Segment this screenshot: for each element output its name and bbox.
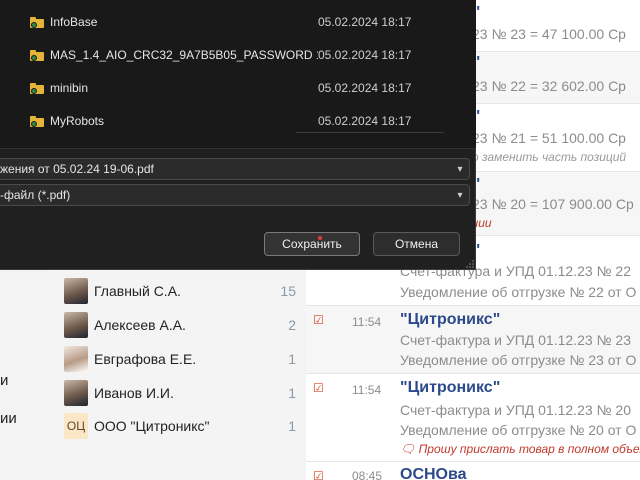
avatar bbox=[64, 278, 88, 304]
message-line: 23 № 21 = 51 100.00 Ср bbox=[472, 130, 626, 146]
folder-icon bbox=[30, 16, 44, 28]
file-list: InfoBase 05.02.2024 18:17 MAS_1.4_AIO_CR… bbox=[0, 0, 476, 148]
unread-count: 1 bbox=[288, 418, 296, 434]
contact-item[interactable]: ОЦ ООО "Цитроникс" 1 bbox=[64, 413, 296, 439]
file-list-row[interactable]: InfoBase 05.02.2024 18:17 bbox=[30, 7, 450, 37]
file-date: 05.02.2024 18:17 bbox=[318, 15, 412, 29]
nav-item-label[interactable]: и bbox=[0, 372, 8, 389]
message-title[interactable]: "Цитроникс" bbox=[400, 379, 500, 397]
contact-name: Алексеев А.А. bbox=[94, 317, 186, 333]
message-time: 11:54 bbox=[352, 315, 382, 329]
avatar bbox=[64, 380, 88, 406]
save-button[interactable]: Сохранить bbox=[264, 232, 360, 256]
message-title[interactable]: ОСНОва bbox=[400, 466, 467, 480]
contact-item[interactable]: Алексеев А.А. 2 bbox=[64, 312, 296, 338]
nav-item-label[interactable]: ии bbox=[0, 410, 17, 427]
message-time: 08:45 bbox=[352, 469, 383, 480]
comment-icon: 🗨 bbox=[400, 442, 419, 456]
message-line: 23 № 20 = 107 900.00 Ср bbox=[472, 196, 634, 212]
message-line: 23 № 22 = 32 602.00 Ср bbox=[472, 78, 626, 94]
avatar bbox=[64, 312, 88, 338]
contact-item[interactable]: Иванов И.И. 1 bbox=[64, 380, 296, 406]
file-list-row[interactable]: minibin 05.02.2024 18:17 bbox=[30, 73, 450, 103]
mouse-pointer-icon bbox=[318, 236, 322, 240]
file-date: 05.02.2024 18:17 bbox=[318, 114, 412, 128]
contact-name: Евграфова Е.Е. bbox=[94, 351, 197, 367]
unread-count: 2 bbox=[288, 317, 296, 333]
folder-icon bbox=[30, 115, 44, 127]
message-line: Уведомление об отгрузке № 23 от О bbox=[400, 352, 637, 368]
message-line: Счет-фактура и УПД 01.12.23 № 20 bbox=[400, 402, 632, 418]
message-time: 11:54 bbox=[352, 383, 382, 397]
list-scroll-indicator bbox=[296, 132, 444, 133]
message-note-text: Прошу прислать товар в полном объем bbox=[418, 442, 640, 456]
file-type-value: -файл (*.pdf) bbox=[0, 188, 71, 202]
resize-grip-icon[interactable] bbox=[466, 260, 474, 268]
file-name-input[interactable]: жения от 05.02.24 19-06.pdf bbox=[0, 162, 451, 176]
folder-icon bbox=[30, 49, 44, 61]
message-title[interactable]: "Цитроникс" bbox=[400, 311, 500, 329]
message-note: о заменить часть позиций bbox=[472, 150, 627, 164]
file-date: 05.02.2024 18:17 bbox=[318, 81, 412, 95]
contact-name: Главный С.А. bbox=[94, 283, 181, 299]
contact-item[interactable]: Главный С.А. 15 bbox=[64, 278, 296, 304]
contact-item[interactable]: Евграфова Е.Е. 1 bbox=[64, 346, 296, 372]
file-name: minibin bbox=[50, 81, 89, 95]
contact-name: ООО "Цитроникс" bbox=[94, 418, 210, 434]
file-name: MyRobots bbox=[50, 114, 105, 128]
checkmark-icon[interactable]: ☑ bbox=[313, 382, 325, 394]
file-name: InfoBase bbox=[50, 15, 98, 29]
message-line: Счет-фактура и УПД 01.12.23 № 23 bbox=[400, 332, 632, 348]
unread-count: 1 bbox=[288, 385, 296, 401]
message-note: 🗨 Прошу прислать товар в полном объем bbox=[400, 442, 640, 456]
cancel-button[interactable]: Отмена bbox=[373, 232, 460, 256]
chevron-down-icon[interactable]: ▾ bbox=[451, 190, 469, 201]
file-name: MAS_1.4_AIO_CRC32_9A7B5B05_PASSWORD 123 bbox=[50, 48, 318, 62]
message-line: Уведомление об отгрузке № 22 от О bbox=[400, 284, 637, 300]
message-line: 23 № 23 = 47 100.00 Ср bbox=[472, 26, 626, 42]
divider bbox=[0, 148, 476, 149]
checkmark-icon[interactable]: ☑ bbox=[313, 470, 325, 480]
message-line: Уведомление об отгрузке № 20 от О bbox=[400, 422, 637, 438]
scrollbar[interactable] bbox=[468, 0, 472, 148]
file-name-combobox[interactable]: жения от 05.02.24 19-06.pdf ▾ bbox=[0, 158, 470, 180]
chevron-down-icon[interactable]: ▾ bbox=[451, 164, 469, 175]
file-date: 05.02.2024 18:17 bbox=[318, 48, 412, 62]
checkmark-icon[interactable]: ☑ bbox=[313, 314, 325, 326]
file-type-select[interactable]: -файл (*.pdf) ▾ bbox=[0, 184, 470, 206]
unread-count: 15 bbox=[280, 283, 296, 299]
save-file-dialog: InfoBase 05.02.2024 18:17 MAS_1.4_AIO_CR… bbox=[0, 0, 476, 270]
avatar: ОЦ bbox=[64, 413, 88, 439]
avatar bbox=[64, 346, 88, 372]
file-list-row[interactable]: MAS_1.4_AIO_CRC32_9A7B5B05_PASSWORD 123 … bbox=[30, 40, 450, 70]
contact-name: Иванов И.И. bbox=[94, 385, 174, 401]
unread-count: 1 bbox=[288, 351, 296, 367]
folder-icon bbox=[30, 82, 44, 94]
